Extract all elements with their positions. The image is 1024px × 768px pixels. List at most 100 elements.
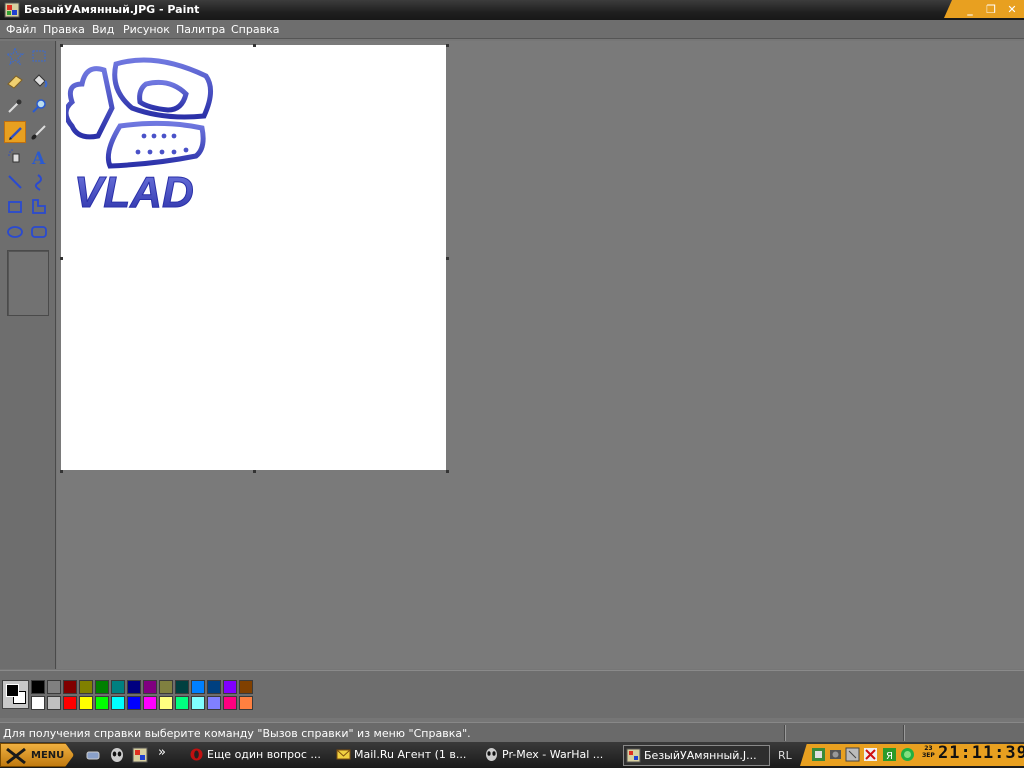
- rect-select-tool[interactable]: [28, 45, 50, 67]
- current-colors[interactable]: [2, 680, 29, 709]
- palette-swatch[interactable]: [79, 680, 93, 694]
- palette-swatch[interactable]: [127, 680, 141, 694]
- start-label: MENU: [31, 750, 65, 761]
- title-bar[interactable]: БезыйУАмянный.JPG - Paint _ ❐ ✕: [0, 0, 1024, 20]
- pencil-icon: [9, 127, 22, 140]
- palette-swatch[interactable]: [143, 696, 157, 710]
- envelope-icon: [336, 749, 351, 760]
- palette-swatch[interactable]: [63, 696, 77, 710]
- palette-swatch[interactable]: [143, 680, 157, 694]
- palette-swatch[interactable]: [207, 696, 221, 710]
- rectangle-tool[interactable]: [4, 196, 26, 218]
- palette-swatch[interactable]: [207, 680, 221, 694]
- language-indicator[interactable]: RL: [778, 749, 792, 762]
- palette-swatch[interactable]: [239, 696, 253, 710]
- status-divider: [903, 725, 905, 741]
- palette-swatch[interactable]: [175, 696, 189, 710]
- palette-swatch[interactable]: [175, 680, 189, 694]
- pencil-tool[interactable]: [4, 121, 26, 143]
- paint-icon: [626, 748, 641, 763]
- taskbar-task[interactable]: Еще один вопрос ...: [187, 745, 330, 766]
- palette-swatch[interactable]: [95, 680, 109, 694]
- rect-select-icon: [32, 50, 46, 62]
- tray-clock[interactable]: 21:11:39: [938, 743, 1024, 763]
- taskbar-task[interactable]: Pr-Mex - WarHal ...: [482, 745, 618, 766]
- palette-swatch[interactable]: [47, 680, 61, 694]
- palette-swatch[interactable]: [95, 696, 109, 710]
- palette-swatch[interactable]: [159, 680, 173, 694]
- airbrush-tool[interactable]: [4, 146, 26, 168]
- palette-swatch[interactable]: [239, 680, 253, 694]
- svg-text:A: A: [31, 149, 46, 168]
- resize-handle: [60, 470, 63, 473]
- star-select-icon: [5, 46, 25, 66]
- curve-tool[interactable]: [28, 171, 50, 193]
- palette-swatch[interactable]: [111, 680, 125, 694]
- canvas-area[interactable]: VLAD: [57, 41, 1024, 669]
- status-divider: [784, 725, 786, 741]
- antivirus-icon[interactable]: [863, 747, 878, 762]
- drawing-canvas[interactable]: VLAD: [61, 45, 446, 470]
- palette-swatch[interactable]: [223, 696, 237, 710]
- foreground-color[interactable]: [6, 684, 19, 697]
- close-button[interactable]: ✕: [1005, 3, 1019, 16]
- menu-help[interactable]: Справка: [231, 23, 279, 36]
- resize-handle[interactable]: [446, 257, 449, 260]
- resize-handle[interactable]: [446, 470, 449, 473]
- palette-swatch[interactable]: [159, 696, 173, 710]
- status-help-text: Для получения справки выберите команду "…: [3, 727, 471, 740]
- network-icon[interactable]: [85, 747, 101, 763]
- window-title: БезыйУАмянный.JPG - Paint: [24, 3, 200, 16]
- status-bar: Для получения справки выберите команду "…: [0, 722, 1024, 742]
- paint-window: БезыйУАмянный.JPG - Paint _ ❐ ✕ Файл Пра…: [0, 0, 1024, 742]
- palette-swatch[interactable]: [63, 680, 77, 694]
- green-circle-icon[interactable]: [900, 747, 915, 762]
- menu-image[interactable]: Рисунок: [123, 23, 170, 36]
- start-button[interactable]: MENU: [0, 743, 74, 767]
- speaker-icon[interactable]: [828, 747, 843, 762]
- text-tool[interactable]: A: [28, 146, 50, 169]
- taskbar-task[interactable]: Mail.Ru Агент (1 в...: [334, 745, 477, 766]
- menu-view[interactable]: Вид: [92, 23, 114, 36]
- menu-edit[interactable]: Правка: [43, 23, 85, 36]
- tool-options-box[interactable]: [7, 250, 49, 316]
- menu-file[interactable]: Файл: [6, 23, 36, 36]
- brush-tool[interactable]: [28, 121, 50, 143]
- color-picker-tool[interactable]: [4, 95, 26, 117]
- paint-icon[interactable]: [132, 747, 148, 763]
- palette-swatch[interactable]: [79, 696, 93, 710]
- palette-swatch[interactable]: [31, 680, 45, 694]
- palette-swatch[interactable]: [191, 680, 205, 694]
- alien-icon[interactable]: [109, 747, 125, 763]
- fill-tool[interactable]: [28, 70, 50, 92]
- palette-swatch[interactable]: [111, 696, 125, 710]
- palette-swatch[interactable]: [191, 696, 205, 710]
- palette-swatch[interactable]: [47, 696, 61, 710]
- palette-swatch[interactable]: [127, 696, 141, 710]
- icq-icon[interactable]: Я: [882, 747, 897, 762]
- logo-text: VLAD: [74, 168, 194, 217]
- polygon-tool[interactable]: [28, 196, 50, 218]
- eraser-tool[interactable]: [4, 70, 26, 92]
- taskbar-task-active[interactable]: БезыйУАмянный.J...: [623, 745, 770, 766]
- more-chevron-icon[interactable]: »: [158, 745, 174, 761]
- shield-icon[interactable]: [845, 747, 860, 762]
- eyedropper-icon: [8, 99, 22, 113]
- free-select-tool[interactable]: [4, 45, 26, 67]
- line-icon: [8, 175, 22, 189]
- airbrush-icon: [8, 149, 20, 163]
- palette-swatch[interactable]: [223, 680, 237, 694]
- rounded-rect-tool[interactable]: [28, 221, 50, 243]
- menu-palette[interactable]: Палитра: [176, 23, 225, 36]
- resize-handle[interactable]: [253, 470, 256, 473]
- network-status-icon[interactable]: [811, 747, 826, 762]
- toolbox: A: [0, 41, 56, 669]
- taskbar: MENU » Еще один вопрос ... Mail.Ru Агент…: [0, 742, 1024, 768]
- ellipse-tool[interactable]: [4, 221, 26, 243]
- svg-text:Я: Я: [886, 751, 893, 762]
- line-tool[interactable]: [4, 171, 26, 193]
- magnifier-tool[interactable]: [28, 95, 50, 117]
- palette-swatch[interactable]: [31, 696, 45, 710]
- minimize-button[interactable]: _: [963, 3, 977, 16]
- restore-button[interactable]: ❐: [984, 3, 998, 16]
